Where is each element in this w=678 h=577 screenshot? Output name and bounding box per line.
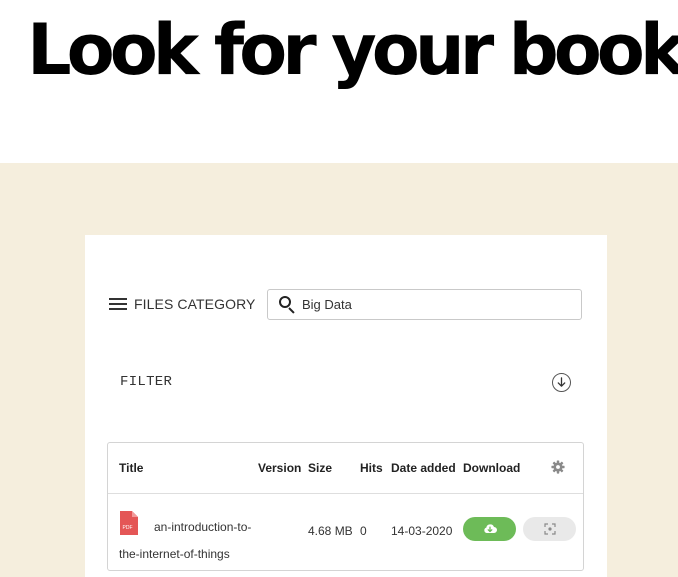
file-size: 4.68 MB [308,524,353,538]
cloud-download-icon [483,524,497,533]
search-icon [279,296,296,314]
scan-preview-icon [543,523,556,535]
column-header-size[interactable]: Size [308,461,332,475]
file-title-link[interactable]: an-introduction-to-the-internet-of-thing… [119,514,259,568]
circle-arrow-down-icon [557,377,566,387]
files-category-label: FILES CATEGORY [134,296,256,312]
files-category-button[interactable]: FILES CATEGORY [109,293,255,315]
gear-icon[interactable] [551,460,565,474]
file-hits: 0 [360,524,367,538]
filter-toggle-button[interactable] [552,373,571,392]
page-title: Look for your book [27,9,678,91]
column-header-date-added[interactable]: Date added [391,461,456,475]
column-header-version[interactable]: Version [258,461,301,475]
search-input[interactable] [302,297,572,312]
filter-label: FILTER [120,374,173,390]
column-header-download: Download [463,461,521,475]
preview-button[interactable] [523,517,576,541]
table-row: PDF an-introduction-to-the-internet-of-t… [108,494,583,572]
download-button[interactable] [463,517,516,541]
column-header-hits[interactable]: Hits [360,461,383,475]
table-header: Title Version Size Hits Date added Downl… [108,443,583,494]
files-card: FILES CATEGORY FILTER Title Version Size… [85,235,607,577]
file-date-added: 14-03-2020 [391,524,453,538]
hero-section: Look for your book [0,0,678,163]
search-box[interactable] [267,289,582,320]
column-header-title[interactable]: Title [119,461,143,475]
files-table: Title Version Size Hits Date added Downl… [107,442,584,571]
hamburger-menu-icon [109,297,127,311]
